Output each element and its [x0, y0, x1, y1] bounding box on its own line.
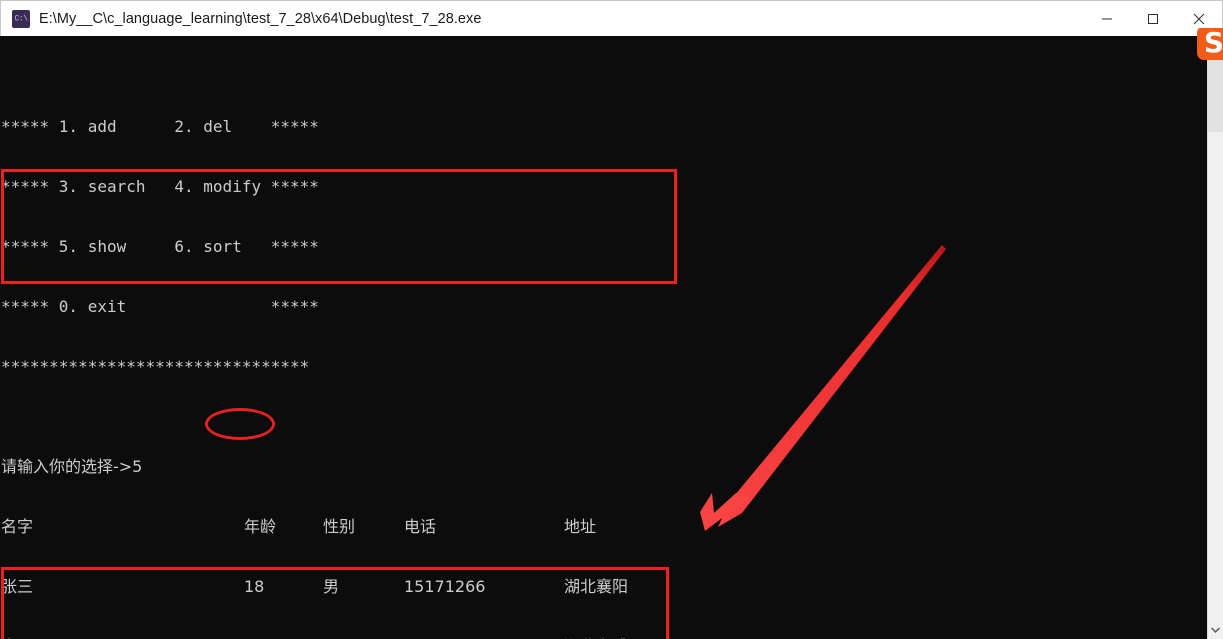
console-text-buffer: ***** 1. add 2. del ***** ***** 3. searc… [1, 37, 628, 639]
minimize-icon [1102, 18, 1112, 19]
arrow-head [700, 493, 747, 531]
console-app-icon: C:\ [12, 9, 30, 28]
menu-row: ***** 0. exit ***** [1, 297, 319, 316]
cell-addr: 湖北襄阳 [564, 577, 629, 596]
close-button[interactable] [1176, 1, 1222, 37]
scrollbar-thumb[interactable] [1208, 36, 1223, 132]
scroll-down-button[interactable] [1208, 622, 1223, 639]
table-header-age: 年龄 [244, 517, 277, 536]
arrow-shaft [718, 245, 946, 527]
table-header-sex: 性别 [323, 517, 356, 536]
close-icon [1193, 13, 1205, 24]
minimize-button[interactable] [1084, 1, 1130, 37]
table-header-addr: 地址 [564, 517, 597, 536]
window-title: E:\My__C\c_language_learning\test_7_28\x… [39, 10, 482, 27]
maximize-button[interactable] [1130, 1, 1176, 37]
table-header-tel: 电话 [404, 517, 437, 536]
chevron-down-icon [1211, 627, 1220, 634]
cell-name: 张三 [1, 577, 34, 596]
console-window: C:\ E:\My__C\c_language_learning\test_7_… [0, 0, 1223, 639]
annotation-arrow [700, 245, 946, 531]
window-controls [1084, 1, 1222, 37]
cell-age: 18 [244, 577, 265, 596]
table-row: 张三 18 男 15171266 湖北襄阳 [1, 577, 628, 597]
menu-border: ******************************** [1, 357, 310, 376]
table-header-row: 名字 年龄 性别 电话 地址 [1, 517, 596, 537]
menu-row: ***** 5. show 6. sort ***** [1, 237, 319, 256]
cell-tel: 15171266 [404, 577, 486, 596]
console-app-icon-glyph: C:\ [14, 14, 28, 23]
title-bar[interactable]: C:\ E:\My__C\c_language_learning\test_7_… [0, 0, 1223, 36]
maximize-icon [1148, 13, 1158, 24]
choice-prompt: 请输入你的选择->5 [1, 457, 143, 476]
console-output-area[interactable]: ***** 1. add 2. del ***** ***** 3. searc… [0, 36, 1223, 639]
menu-row: ***** 1. add 2. del ***** [1, 117, 319, 136]
vertical-scrollbar[interactable] [1207, 36, 1223, 639]
menu-row: ***** 3. search 4. modify ***** [1, 177, 319, 196]
cell-sex: 男 [323, 577, 340, 596]
table-header-name: 名字 [1, 517, 34, 536]
